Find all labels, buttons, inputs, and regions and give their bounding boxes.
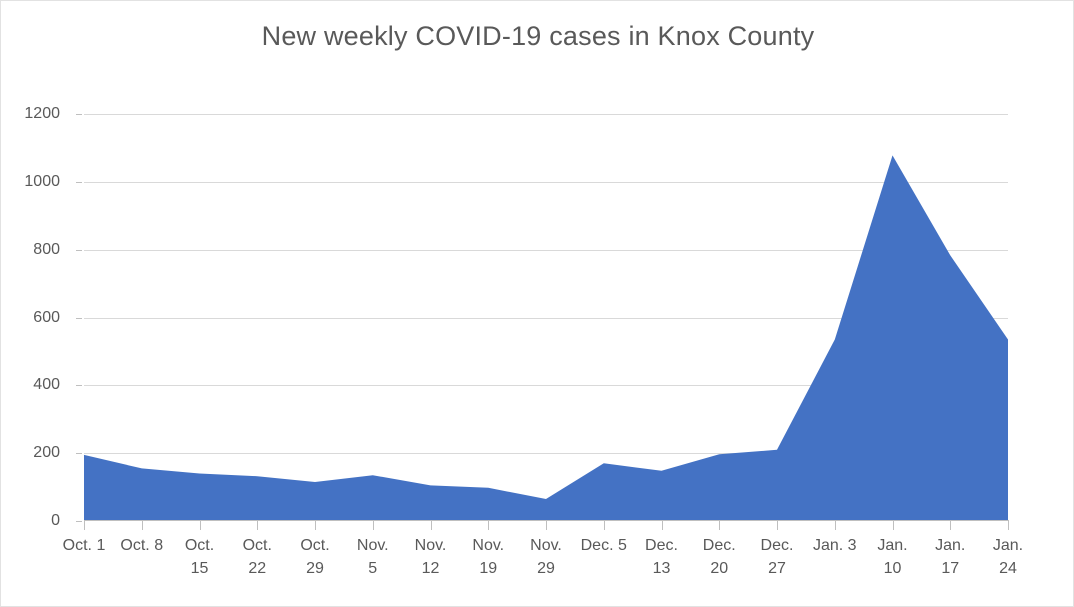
x-axis-tick-mark: [950, 521, 952, 530]
chart-figure: New weekly COVID-19 cases in Knox County…: [0, 0, 1074, 607]
x-axis-tick-mark: [892, 521, 894, 530]
gridline: [84, 453, 1008, 455]
y-axis-tick-label: 1000: [24, 172, 60, 190]
x-axis-tick-mark: [430, 521, 432, 530]
x-axis-tick-mark: [199, 521, 201, 530]
x-axis-tick-label: Jan. 24: [992, 537, 1024, 577]
y-axis-tick-mark: [76, 521, 82, 522]
y-axis-tick-mark: [76, 453, 82, 455]
plot-area: [84, 114, 1008, 521]
gridline: [84, 249, 1008, 251]
x-axis-tick-mark: [834, 521, 836, 530]
y-axis-tick-mark: [76, 317, 82, 319]
x-axis-tick-mark: [257, 521, 259, 530]
y-axis-tick-mark: [76, 181, 82, 183]
x-axis-tick-mark: [661, 521, 663, 530]
chart-title: New weekly COVID-19 cases in Knox County: [261, 21, 815, 51]
x-axis-tick-mark: [777, 521, 778, 530]
x-axis-tick-mark: [546, 521, 547, 530]
x-axis-tick-mark: [141, 521, 143, 530]
y-axis-tick-mark: [76, 114, 82, 115]
y-axis-tick-label: 200: [33, 444, 60, 462]
y-axis-tick-mark: [76, 249, 82, 251]
y-axis-tick-label: 400: [33, 376, 60, 394]
gridline: [84, 181, 1008, 183]
x-axis-tick-mark: [84, 521, 85, 530]
x-axis-tick-mark: [719, 521, 721, 530]
x-axis-tick-mark: [603, 521, 605, 530]
y-axis-tick-label: 600: [33, 308, 60, 326]
x-axis-tick-mark: [488, 521, 490, 530]
y-axis-tick-mark: [76, 385, 82, 387]
gridline: [84, 317, 1008, 319]
x-axis-tick-mark: [1008, 521, 1009, 530]
y-axis-tick-label: 800: [33, 240, 60, 258]
x-axis-tick-mark: [372, 521, 374, 530]
gridline: [84, 114, 1008, 115]
gridline: [84, 385, 1008, 387]
y-axis-tick-label: 0: [51, 512, 60, 529]
x-axis-tick-mark: [315, 521, 316, 530]
y-axis-tick-label: 1200: [24, 105, 60, 122]
